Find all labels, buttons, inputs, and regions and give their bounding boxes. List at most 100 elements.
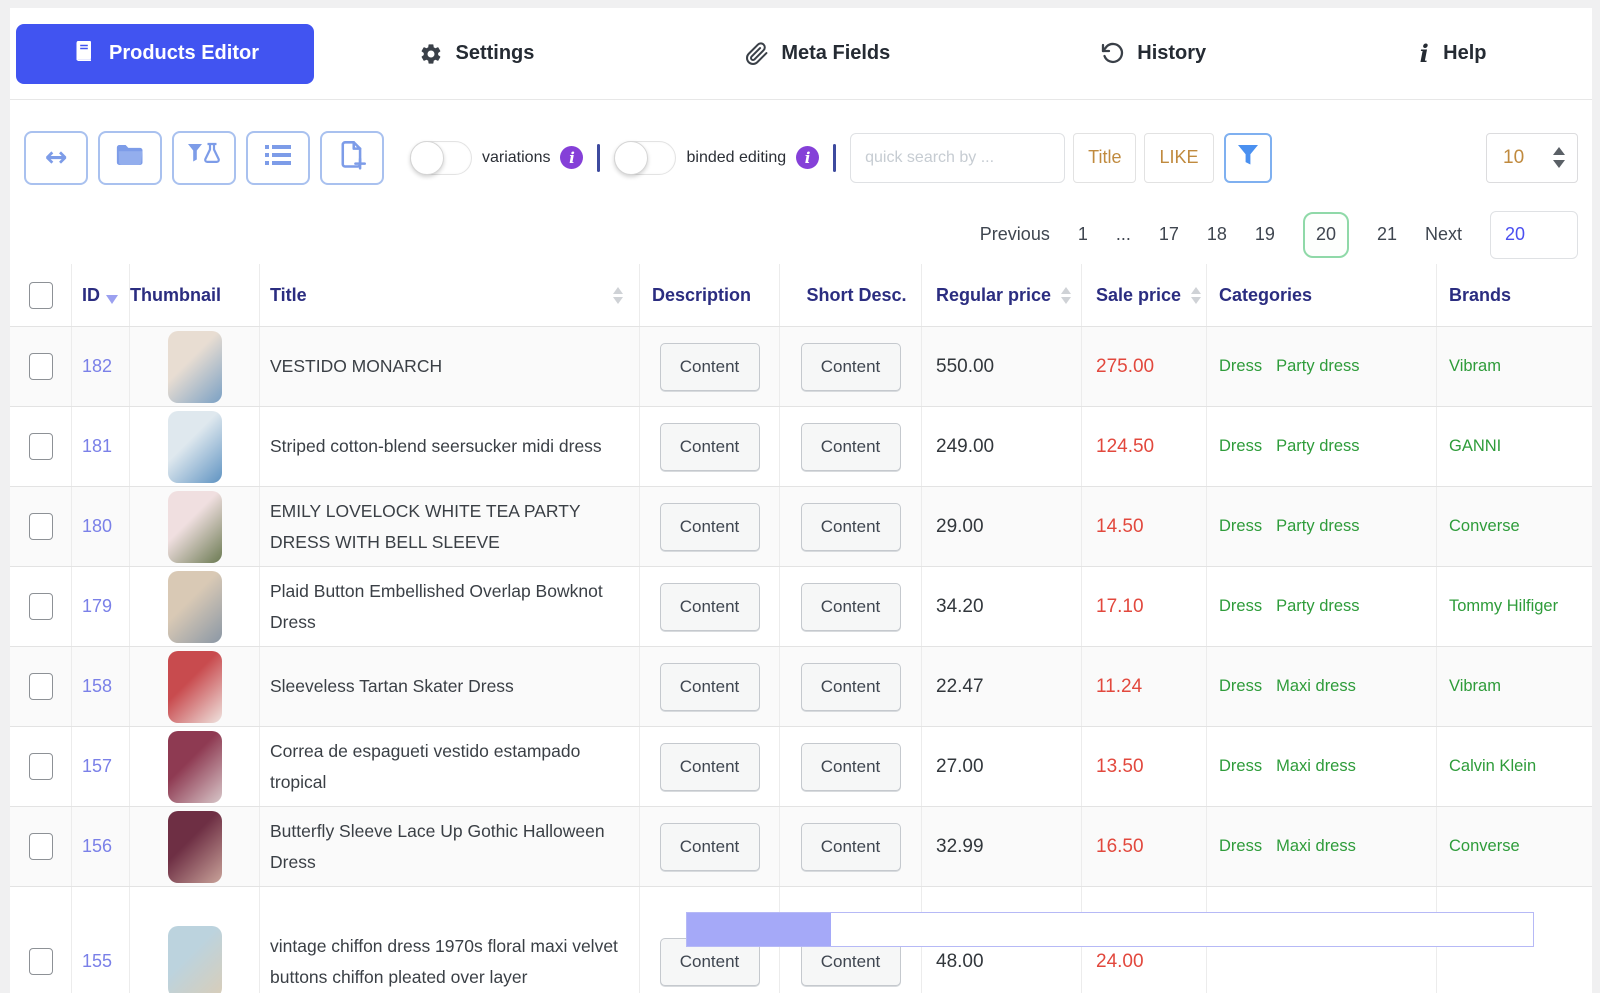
product-thumbnail[interactable] [167,730,222,803]
category-link[interactable]: Maxi dress [1276,677,1356,696]
product-title[interactable]: Butterfly Sleeve Lace Up Gothic Hallowee… [270,816,623,877]
header-title[interactable]: Title [270,285,307,306]
regular-price[interactable]: 32.99 [936,836,984,858]
brand-name[interactable]: Tommy Hilfiger [1449,597,1558,616]
regular-price[interactable]: 249.00 [936,436,994,458]
sale-price[interactable]: 11.24 [1096,676,1142,698]
description-content-button[interactable]: Content [659,742,760,791]
row-id[interactable]: 157 [82,756,112,777]
previous-page-button[interactable]: Previous [980,224,1050,245]
create-product-button[interactable] [320,130,384,185]
product-thumbnail[interactable] [167,410,222,483]
binded-editing-info-icon[interactable] [796,146,820,169]
category-link[interactable]: Party dress [1276,597,1359,616]
product-thumbnail[interactable] [167,925,222,993]
sort-icon[interactable] [1191,286,1202,304]
row-id[interactable]: 158 [82,676,112,697]
category-link[interactable]: Dress [1219,677,1262,696]
page-19[interactable]: 19 [1255,224,1275,245]
page-17[interactable]: 17 [1159,224,1179,245]
row-checkbox[interactable] [28,513,53,540]
product-title[interactable]: vintage chiffon dress 1970s floral maxi … [270,931,623,992]
tab-history[interactable]: History [1101,42,1206,66]
row-checkbox[interactable] [28,948,53,975]
product-title[interactable]: Correa de espagueti vestido estampado tr… [270,736,623,797]
product-thumbnail[interactable] [167,490,222,563]
sale-price[interactable]: 13.50 [1096,756,1144,778]
profiles-button[interactable] [98,130,162,185]
brand-name[interactable]: Vibram [1449,357,1501,376]
brand-name[interactable]: Converse [1449,837,1520,856]
category-link[interactable]: Maxi dress [1276,757,1356,776]
sale-price[interactable]: 17.10 [1096,596,1144,618]
row-id[interactable]: 179 [82,596,112,617]
product-thumbnail[interactable] [167,570,222,643]
category-link[interactable]: Dress [1219,517,1262,536]
short-desc-content-button[interactable]: Content [800,502,901,551]
sale-price[interactable]: 275.00 [1096,356,1154,378]
regular-price[interactable]: 22.47 [936,676,984,698]
regular-price[interactable]: 34.20 [936,596,984,618]
regular-price[interactable]: 29.00 [936,516,984,538]
product-title[interactable]: Striped cotton-blend seersucker midi dre… [270,431,602,462]
short-desc-content-button[interactable]: Content [800,422,901,471]
product-title[interactable]: EMILY LOVELOCK WHITE TEA PARTY DRESS WIT… [270,496,623,557]
category-link[interactable]: Dress [1219,437,1262,456]
short-desc-content-button[interactable]: Content [800,742,901,791]
header-sale-price[interactable]: Sale price [1096,285,1181,306]
description-content-button[interactable]: Content [659,822,760,871]
variations-toggle[interactable] [410,140,472,175]
row-id[interactable]: 182 [82,356,112,377]
row-checkbox[interactable] [28,673,53,700]
regular-price[interactable]: 27.00 [936,756,984,778]
sale-price[interactable]: 124.50 [1096,436,1154,458]
brand-name[interactable]: GANNI [1449,437,1501,456]
category-link[interactable]: Party dress [1276,357,1359,376]
tab-products-editor[interactable]: Products Editor [16,23,314,84]
row-checkbox[interactable] [28,753,53,780]
sale-price[interactable]: 24.00 [1096,951,1144,973]
category-link[interactable]: Party dress [1276,437,1359,456]
description-content-button[interactable]: Content [659,582,760,631]
page-1[interactable]: 1 [1078,224,1088,245]
tab-meta-fields[interactable]: Meta Fields [745,41,890,66]
sort-icon[interactable] [1061,286,1072,304]
variations-info-icon[interactable] [560,146,584,169]
tab-settings[interactable]: Settings [419,42,534,66]
page-21[interactable]: 21 [1377,224,1397,245]
quick-search-input[interactable] [850,132,1066,183]
stepper-arrows-icon[interactable] [1553,147,1565,168]
row-id[interactable]: 181 [82,436,112,457]
description-content-button[interactable]: Content [659,662,760,711]
filters-constructor-button[interactable] [172,130,236,185]
sale-price[interactable]: 14.50 [1096,516,1144,538]
product-title[interactable]: Plaid Button Embellished Overlap Bowknot… [270,576,623,637]
row-checkbox[interactable] [28,593,53,620]
select-all-checkbox[interactable] [28,281,53,309]
row-id[interactable]: 180 [82,516,112,537]
page-size-input[interactable]: 10 [1486,132,1578,183]
brand-name[interactable]: Calvin Klein [1449,757,1536,776]
search-field-button[interactable]: Title [1073,132,1137,183]
category-link[interactable]: Dress [1219,837,1262,856]
advanced-filter-button[interactable] [1223,132,1272,183]
binded-editing-toggle[interactable] [614,140,677,175]
resize-columns-button[interactable] [24,130,88,185]
product-thumbnail[interactable] [167,810,222,883]
tab-help[interactable]: Help [1417,39,1486,68]
product-thumbnail[interactable] [167,330,222,403]
short-desc-content-button[interactable]: Content [800,822,901,871]
go-to-page-input[interactable]: 20 [1490,210,1578,259]
category-link[interactable]: Party dress [1276,517,1359,536]
description-content-button[interactable]: Content [659,502,760,551]
category-link[interactable]: Dress [1219,757,1262,776]
bulk-editor-button[interactable] [246,130,310,185]
category-link[interactable]: Maxi dress [1276,837,1356,856]
sale-price[interactable]: 16.50 [1096,836,1144,858]
row-id[interactable]: 156 [82,836,112,857]
row-checkbox[interactable] [28,433,53,460]
category-link[interactable]: Dress [1219,357,1262,376]
header-id[interactable]: ID [82,285,100,306]
sort-desc-icon[interactable] [106,294,118,304]
page-20[interactable]: 20 [1302,211,1349,258]
